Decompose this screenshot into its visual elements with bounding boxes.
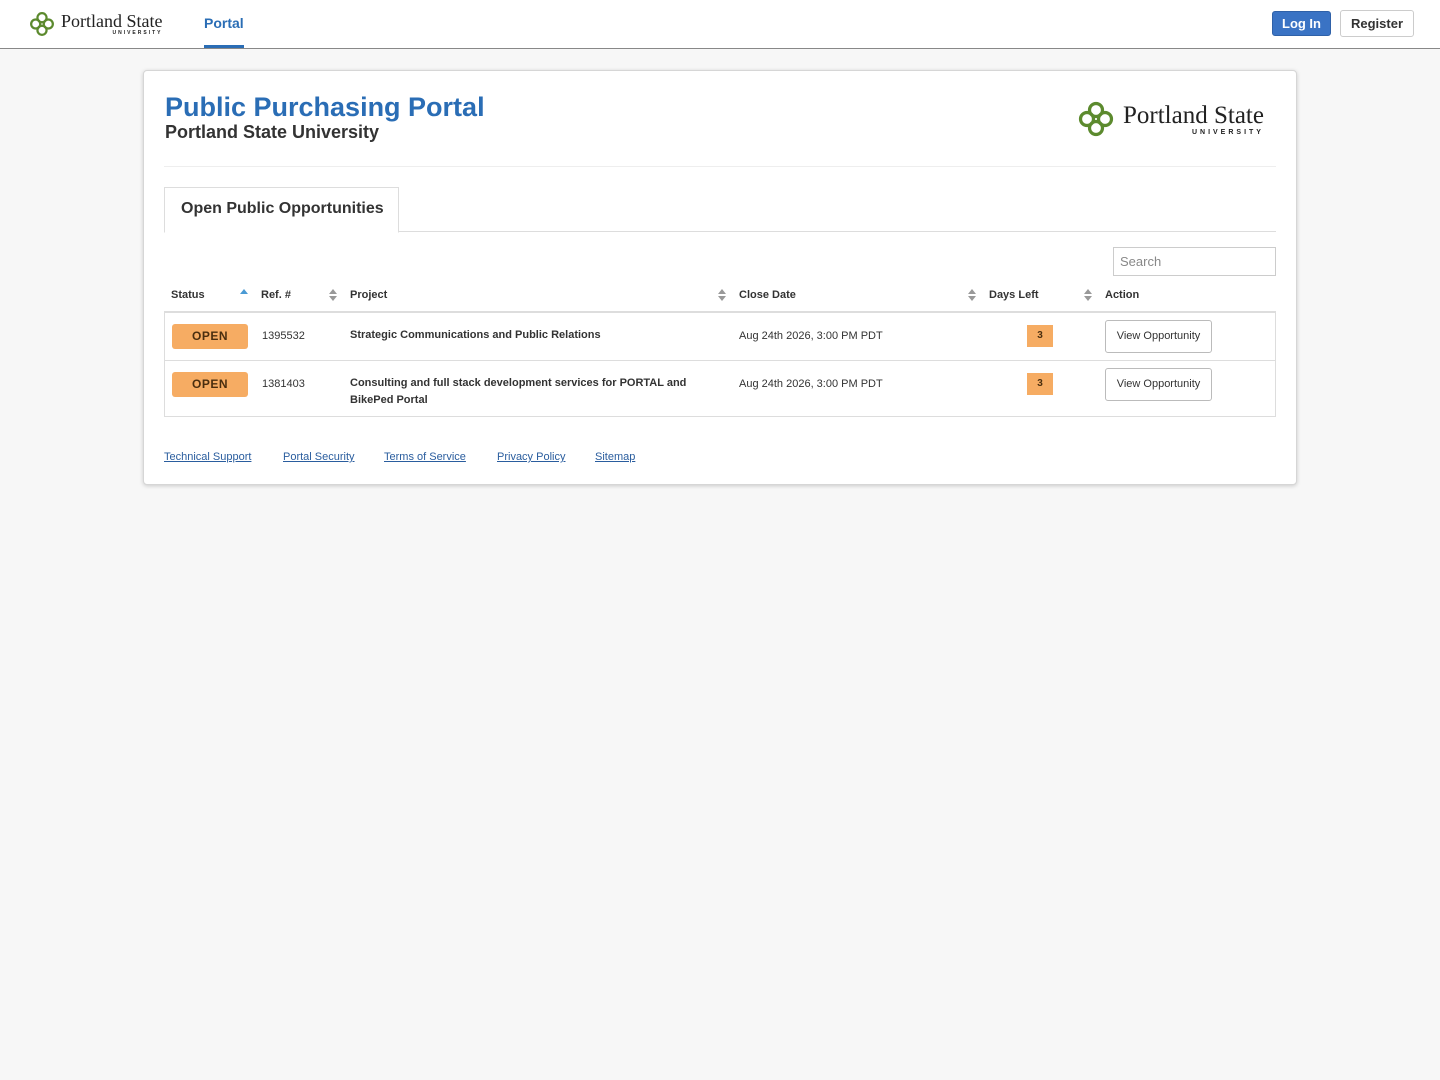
view-opportunity-button[interactable]: View Opportunity	[1105, 320, 1212, 353]
footer-link-portal-security[interactable]: Portal Security	[283, 451, 355, 463]
psu-logo[interactable]: Portland State UNIVERSITY	[28, 9, 163, 39]
sort-icon[interactable]	[968, 288, 976, 302]
column-header-status[interactable]: Status	[171, 289, 205, 311]
tab-open-public-opportunities[interactable]: Open Public Opportunities	[164, 187, 399, 233]
page-subtitle: Portland State University	[165, 122, 380, 142]
project-name: Consulting and full stack development se…	[350, 377, 687, 406]
sort-asc-icon[interactable]	[240, 288, 248, 302]
column-header-days-left[interactable]: Days Left	[989, 289, 1039, 311]
row-divider	[164, 360, 1276, 361]
project-name: Strategic Communications and Public Rela…	[350, 329, 601, 341]
status-badge: OPEN	[172, 372, 248, 397]
footer-link-technical-support[interactable]: Technical Support	[164, 451, 251, 463]
view-opportunity-button[interactable]: View Opportunity	[1105, 368, 1212, 401]
logo-sub: UNIVERSITY	[1191, 128, 1264, 136]
psu-logo-icon	[30, 12, 54, 36]
days-left-badge: 3	[1027, 373, 1053, 395]
logo-name: Portland State	[61, 11, 163, 31]
ref-number: 1395532	[262, 330, 305, 342]
header-psu-logo: Portland State UNIVERSITY	[1076, 99, 1264, 139]
top-navbar: Portland State UNIVERSITY Portal Log In …	[0, 0, 1440, 49]
nav-tab-portal[interactable]: Portal	[204, 0, 244, 48]
close-date: Aug 24th 2026, 3:00 PM PDT	[739, 378, 883, 390]
search-input[interactable]	[1113, 247, 1276, 276]
logo-sub: UNIVERSITY	[112, 30, 163, 36]
close-date: Aug 24th 2026, 3:00 PM PDT	[739, 330, 883, 342]
register-button[interactable]: Register	[1340, 10, 1414, 37]
footer-link-terms-of-service[interactable]: Terms of Service	[384, 451, 466, 463]
column-header-ref[interactable]: Ref. #	[261, 289, 291, 311]
portal-card: Public Purchasing Portal Portland State …	[143, 70, 1297, 485]
login-button[interactable]: Log In	[1272, 11, 1331, 36]
psu-logo-icon	[1078, 101, 1114, 137]
sort-icon[interactable]	[718, 288, 726, 302]
page-title: Public Purchasing Portal	[165, 92, 485, 122]
footer-link-sitemap[interactable]: Sitemap	[595, 451, 635, 463]
logo-name: Portland State	[1123, 101, 1264, 129]
column-header-close-date[interactable]: Close Date	[739, 289, 796, 311]
sort-icon[interactable]	[1084, 288, 1092, 302]
sort-icon[interactable]	[329, 288, 337, 302]
status-badge: OPEN	[172, 324, 248, 349]
days-left-badge: 3	[1027, 325, 1053, 347]
header-divider	[164, 166, 1276, 167]
footer-link-privacy-policy[interactable]: Privacy Policy	[497, 451, 565, 463]
column-header-project[interactable]: Project	[350, 289, 387, 311]
ref-number: 1381403	[262, 378, 305, 390]
column-header-action: Action	[1105, 289, 1140, 301]
